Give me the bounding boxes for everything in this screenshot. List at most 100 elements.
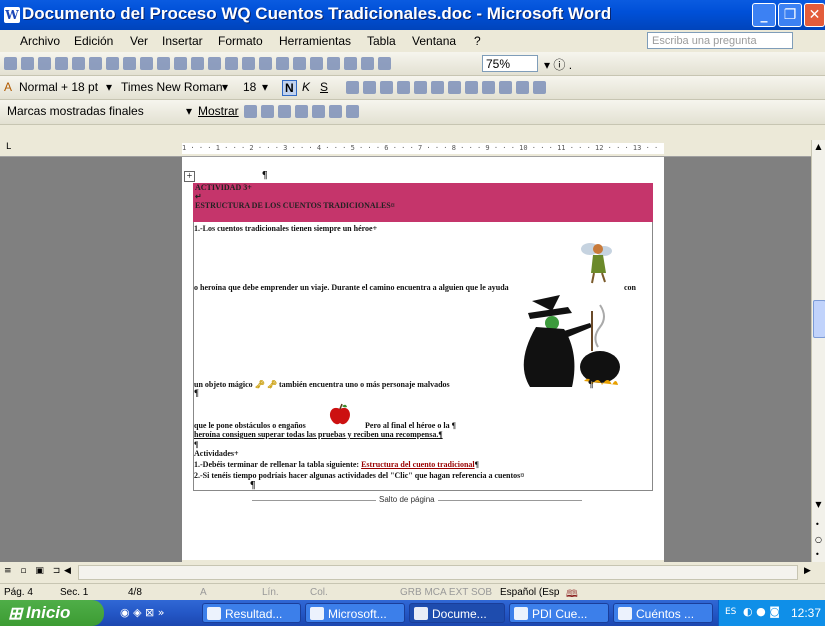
menu-archivo[interactable]: Archivo [20, 34, 60, 48]
columns-icon[interactable] [327, 56, 340, 70]
reject-change-icon[interactable] [295, 104, 308, 118]
paste-icon[interactable] [191, 56, 204, 70]
style-dropdown-icon[interactable]: ▾ [106, 80, 112, 94]
menu-tabla[interactable]: Tabla [367, 34, 396, 48]
insert-comment-icon[interactable] [312, 104, 325, 118]
scroll-up-icon[interactable]: ▲ [813, 142, 824, 154]
structure-link[interactable]: Estructura del cuento tradicional [361, 460, 475, 469]
close-button[interactable]: ✕ [804, 3, 825, 27]
start-button[interactable]: ⊞ Inicio [0, 600, 104, 626]
document-page[interactable]: + ¶ ACTIVIDAD 3+ ↵ ESTRUCTURA DE LOS CUE… [182, 157, 664, 560]
new-icon[interactable] [4, 56, 17, 70]
view-buttons-icon[interactable]: ≡ ▫ ▣ ⊐ [4, 566, 63, 576]
markup-dropdown-icon[interactable]: ▾ [186, 104, 192, 118]
taskbar-item-documento[interactable]: Docume... [409, 603, 505, 623]
decrease-indent-icon[interactable] [465, 80, 478, 94]
excel-icon[interactable] [310, 56, 323, 70]
ask-question-input[interactable]: Escriba una pregunta [647, 32, 793, 49]
show-hide-icon[interactable] [378, 56, 391, 70]
styles-pane-icon[interactable]: A [4, 80, 12, 94]
style-select[interactable]: Normal + 18 pt [16, 79, 106, 96]
status-modes[interactable]: GRB MCA EXT SOB [400, 587, 492, 598]
horizontal-scrollbar[interactable] [78, 565, 798, 580]
font-dropdown-icon[interactable]: ▾ [222, 80, 228, 94]
table-move-handle-icon[interactable]: + [184, 171, 195, 182]
alignment-icons[interactable] [346, 80, 546, 94]
document-map-icon[interactable] [361, 56, 374, 70]
cut-icon[interactable] [157, 56, 170, 70]
bold-button[interactable]: N [282, 80, 297, 96]
font-size-select[interactable]: 18 [240, 79, 264, 96]
maximize-button[interactable]: ❐ [778, 3, 802, 27]
tab-selector-icon[interactable]: L [6, 142, 11, 152]
reviewing-pane-icon[interactable] [346, 104, 359, 118]
tables-icon[interactable] [276, 56, 289, 70]
review-icons[interactable] [244, 104, 359, 118]
font-select[interactable]: Times New Roman [118, 79, 222, 96]
align-left-icon[interactable] [346, 80, 359, 94]
font-size-dropdown-icon[interactable]: ▾ [262, 80, 268, 94]
next-change-icon[interactable] [261, 104, 274, 118]
taskbar-item-pdi[interactable]: PDI Cue... [509, 603, 609, 623]
insert-table-icon[interactable] [293, 56, 306, 70]
menu-insertar[interactable]: Insertar [162, 34, 203, 48]
menu-help[interactable]: ? [474, 34, 481, 48]
save-icon[interactable] [38, 56, 51, 70]
scroll-down-icon[interactable]: ▼ [813, 500, 824, 512]
quick-launch-icons[interactable]: ◉ ◈ ⊠ » [120, 606, 165, 619]
hyperlink-icon[interactable] [259, 56, 272, 70]
format-painter-icon[interactable] [208, 56, 221, 70]
print-icon[interactable] [89, 56, 102, 70]
zoom-select[interactable]: 75% [482, 55, 538, 72]
print-preview-icon[interactable] [106, 56, 119, 70]
underline-button[interactable]: S [320, 80, 328, 94]
undo-icon[interactable] [225, 56, 238, 70]
menu-formato[interactable]: Formato [218, 34, 263, 48]
justify-icon[interactable] [397, 80, 410, 94]
open-icon[interactable] [21, 56, 34, 70]
permission-icon[interactable] [55, 56, 68, 70]
increase-indent-icon[interactable] [482, 80, 495, 94]
language-indicator[interactable]: ES [725, 607, 736, 617]
font-color-icon[interactable] [533, 80, 546, 94]
spelling-icon[interactable] [123, 56, 136, 70]
copy-icon[interactable] [174, 56, 187, 70]
previous-page-icon[interactable]: • [815, 520, 820, 529]
next-page-icon[interactable]: • [815, 550, 820, 559]
drawing-icon[interactable] [344, 56, 357, 70]
menu-ver[interactable]: Ver [130, 34, 148, 48]
tray-icons[interactable]: ◐ ● ◙ [743, 605, 780, 618]
help-icon[interactable]: ▾ ⓘ . [544, 56, 572, 73]
bullets-icon[interactable] [448, 80, 461, 94]
vertical-scrollbar[interactable]: ▲ ▼ • ○ • [811, 140, 825, 573]
clock[interactable]: 12:37 [791, 606, 821, 620]
scroll-left-icon[interactable]: ◀ [64, 566, 71, 576]
previous-change-icon[interactable] [244, 104, 257, 118]
browse-object-icon[interactable]: ○ [815, 535, 822, 544]
minimize-button[interactable]: _ [752, 3, 776, 27]
menu-herramientas[interactable]: Herramientas [279, 34, 351, 48]
menu-ventana[interactable]: Ventana [412, 34, 456, 48]
accept-change-icon[interactable] [278, 104, 291, 118]
standard-toolbar-icons[interactable] [4, 56, 391, 70]
align-center-icon[interactable] [363, 80, 376, 94]
vertical-scroll-thumb[interactable] [813, 300, 825, 338]
email-icon[interactable] [72, 56, 85, 70]
numbering-icon[interactable] [431, 80, 444, 94]
line-spacing-icon[interactable] [414, 80, 427, 94]
markup-display-select[interactable]: Marcas mostradas finales [4, 103, 184, 120]
align-right-icon[interactable] [380, 80, 393, 94]
menu-edicion[interactable]: Edición [74, 34, 113, 48]
scroll-right-icon[interactable]: ▶ [804, 566, 811, 576]
word-app-icon[interactable]: W [4, 7, 20, 23]
status-language[interactable]: Español (Esp [500, 587, 559, 598]
italic-button[interactable]: K [302, 80, 310, 94]
redo-icon[interactable] [242, 56, 255, 70]
taskbar-item-resultados[interactable]: Resultad... [202, 603, 301, 623]
horizontal-ruler[interactable]: L 1 · · · 1 · · · 2 · · · 3 · · · 4 · · … [0, 140, 811, 157]
research-icon[interactable] [140, 56, 153, 70]
taskbar-item-cuentos[interactable]: Cuéntos ... [613, 603, 713, 623]
show-menu-button[interactable]: Mostrar [198, 104, 239, 118]
highlight-icon[interactable] [516, 80, 529, 94]
taskbar-item-microsoft[interactable]: Microsoft... [305, 603, 405, 623]
